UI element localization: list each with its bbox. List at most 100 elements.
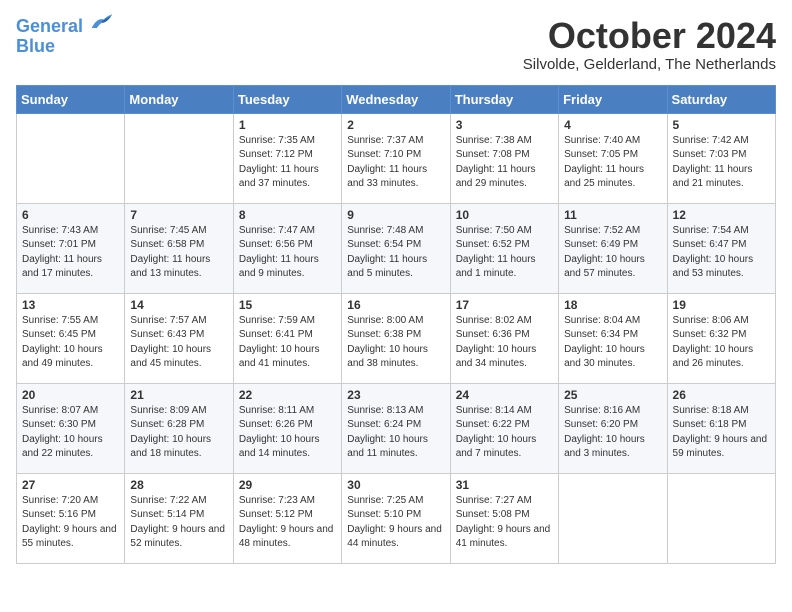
col-header-monday: Monday (125, 85, 233, 113)
title-block: October 2024 Silvolde, Gelderland, The N… (523, 16, 776, 73)
day-number: 24 (456, 388, 553, 402)
day-info: Sunrise: 7:25 AMSunset: 5:10 PMDaylight:… (347, 494, 444, 552)
calendar-cell: 13 Sunrise: 7:55 AMSunset: 6:45 PMDayligh… (17, 293, 125, 383)
calendar-cell: 11Sunrise: 7:52 AMSunset: 6:49 PMDayligh… (559, 203, 667, 293)
calendar-cell: 27 Sunrise: 7:20 AMSunset: 5:16 PMDayligh… (17, 473, 125, 563)
calendar-cell: 19 Sunrise: 8:06 AMSunset: 6:32 PMDayligh… (667, 293, 775, 383)
day-number: 23 (347, 388, 444, 402)
logo-bird-icon (90, 12, 114, 32)
calendar-cell: 10Sunrise: 7:50 AMSunset: 6:52 PMDayligh… (450, 203, 558, 293)
day-number: 30 (347, 478, 444, 492)
day-info: Sunrise: 7:23 AMSunset: 5:12 PMDaylight:… (239, 494, 336, 552)
day-info: Sunrise: 7:59 AMSunset: 6:41 PMDaylight:… (239, 314, 336, 372)
day-number: 21 (130, 388, 227, 402)
calendar-header-row: SundayMondayTuesdayWednesdayThursdayFrid… (17, 85, 776, 113)
day-number: 15 (239, 298, 336, 312)
logo-blue-text: Blue (16, 37, 114, 57)
day-info: Sunrise: 7:57 AMSunset: 6:43 PMDaylight:… (130, 314, 227, 372)
calendar-cell: 16Sunrise: 8:00 AMSunset: 6:38 PMDayligh… (342, 293, 450, 383)
day-number: 19 (673, 298, 770, 312)
calendar-cell: 28Sunrise: 7:22 AMSunset: 5:14 PMDayligh… (125, 473, 233, 563)
day-number: 31 (456, 478, 553, 492)
day-info: Sunrise: 7:48 AMSunset: 6:54 PMDaylight:… (347, 224, 444, 282)
day-info: Sunrise: 8:18 AMSunset: 6:18 PMDaylight:… (673, 404, 770, 462)
calendar-cell: 7 Sunrise: 7:45 AMSunset: 6:58 PMDaylight… (125, 203, 233, 293)
calendar-cell: 1Sunrise: 7:35 AMSunset: 7:12 PMDaylight… (233, 113, 341, 203)
month-title: October 2024 (523, 16, 776, 56)
day-number: 8 (239, 208, 336, 222)
calendar-cell (667, 473, 775, 563)
calendar-cell: 14 Sunrise: 7:57 AMSunset: 6:43 PMDayligh… (125, 293, 233, 383)
day-info: Sunrise: 8:02 AMSunset: 6:36 PMDaylight:… (456, 314, 553, 372)
day-info: Sunrise: 7:27 AMSunset: 5:08 PMDaylight:… (456, 494, 553, 552)
day-info: Sunrise: 8:09 AMSunset: 6:28 PMDaylight:… (130, 404, 227, 462)
day-number: 16 (347, 298, 444, 312)
calendar-cell: 30 Sunrise: 7:25 AMSunset: 5:10 PMDayligh… (342, 473, 450, 563)
calendar-cell: 21 Sunrise: 8:09 AMSunset: 6:28 PMDayligh… (125, 383, 233, 473)
day-number: 9 (347, 208, 444, 222)
calendar-cell: 31 Sunrise: 7:27 AMSunset: 5:08 PMDayligh… (450, 473, 558, 563)
day-info: Sunrise: 8:06 AMSunset: 6:32 PMDaylight:… (673, 314, 770, 372)
day-number: 5 (673, 118, 770, 132)
day-info: Sunrise: 7:42 AMSunset: 7:03 PMDaylight:… (673, 134, 770, 192)
calendar-cell (125, 113, 233, 203)
day-info: Sunrise: 7:40 AMSunset: 7:05 PMDaylight:… (564, 134, 661, 192)
calendar-cell: 26 Sunrise: 8:18 AMSunset: 6:18 PMDayligh… (667, 383, 775, 473)
day-number: 4 (564, 118, 661, 132)
calendar-cell: 17 Sunrise: 8:02 AMSunset: 6:36 PMDayligh… (450, 293, 558, 383)
calendar-cell: 20 Sunrise: 8:07 AMSunset: 6:30 PMDayligh… (17, 383, 125, 473)
day-number: 7 (130, 208, 227, 222)
col-header-sunday: Sunday (17, 85, 125, 113)
day-info: Sunrise: 8:07 AMSunset: 6:30 PMDaylight:… (22, 404, 119, 462)
calendar-cell: 8 Sunrise: 7:47 AMSunset: 6:56 PMDaylight… (233, 203, 341, 293)
day-number: 6 (22, 208, 119, 222)
day-number: 11 (564, 208, 661, 222)
calendar-cell: 22Sunrise: 8:11 AMSunset: 6:26 PMDayligh… (233, 383, 341, 473)
day-number: 28 (130, 478, 227, 492)
calendar-cell (559, 473, 667, 563)
day-number: 17 (456, 298, 553, 312)
calendar-cell (17, 113, 125, 203)
calendar-cell: 18Sunrise: 8:04 AMSunset: 6:34 PMDayligh… (559, 293, 667, 383)
day-info: Sunrise: 8:13 AMSunset: 6:24 PMDaylight:… (347, 404, 444, 462)
day-number: 3 (456, 118, 553, 132)
day-number: 14 (130, 298, 227, 312)
day-info: Sunrise: 7:20 AMSunset: 5:16 PMDaylight:… (22, 494, 119, 552)
location-subtitle: Silvolde, Gelderland, The Netherlands (523, 56, 776, 73)
col-header-tuesday: Tuesday (233, 85, 341, 113)
day-info: Sunrise: 7:38 AMSunset: 7:08 PMDaylight:… (456, 134, 553, 192)
logo: General Blue (16, 16, 114, 57)
col-header-friday: Friday (559, 85, 667, 113)
logo-text: General (16, 16, 114, 37)
day-info: Sunrise: 8:11 AMSunset: 6:26 PMDaylight:… (239, 404, 336, 462)
calendar-cell: 9 Sunrise: 7:48 AMSunset: 6:54 PMDaylight… (342, 203, 450, 293)
day-info: Sunrise: 8:16 AMSunset: 6:20 PMDaylight:… (564, 404, 661, 462)
day-info: Sunrise: 7:47 AMSunset: 6:56 PMDaylight:… (239, 224, 336, 282)
day-number: 18 (564, 298, 661, 312)
calendar-table: SundayMondayTuesdayWednesdayThursdayFrid… (16, 85, 776, 564)
day-info: Sunrise: 7:43 AMSunset: 7:01 PMDaylight:… (22, 224, 119, 282)
calendar-cell: 4 Sunrise: 7:40 AMSunset: 7:05 PMDaylight… (559, 113, 667, 203)
day-number: 27 (22, 478, 119, 492)
week-row-1: 1Sunrise: 7:35 AMSunset: 7:12 PMDaylight… (17, 113, 776, 203)
day-info: Sunrise: 7:35 AMSunset: 7:12 PMDaylight:… (239, 134, 336, 192)
week-row-2: 6 Sunrise: 7:43 AMSunset: 7:01 PMDaylight… (17, 203, 776, 293)
day-number: 13 (22, 298, 119, 312)
col-header-wednesday: Wednesday (342, 85, 450, 113)
day-info: Sunrise: 7:45 AMSunset: 6:58 PMDaylight:… (130, 224, 227, 282)
calendar-cell: 24 Sunrise: 8:14 AMSunset: 6:22 PMDayligh… (450, 383, 558, 473)
calendar-cell: 29Sunrise: 7:23 AMSunset: 5:12 PMDayligh… (233, 473, 341, 563)
calendar-cell: 2Sunrise: 7:37 AMSunset: 7:10 PMDaylight… (342, 113, 450, 203)
day-info: Sunrise: 8:14 AMSunset: 6:22 PMDaylight:… (456, 404, 553, 462)
page-header: General Blue October 2024 Silvolde, Geld… (16, 16, 776, 73)
calendar-cell: 5 Sunrise: 7:42 AMSunset: 7:03 PMDaylight… (667, 113, 775, 203)
day-info: Sunrise: 7:55 AMSunset: 6:45 PMDaylight:… (22, 314, 119, 372)
day-info: Sunrise: 7:50 AMSunset: 6:52 PMDaylight:… (456, 224, 553, 282)
col-header-saturday: Saturday (667, 85, 775, 113)
calendar-cell: 23 Sunrise: 8:13 AMSunset: 6:24 PMDayligh… (342, 383, 450, 473)
day-number: 26 (673, 388, 770, 402)
calendar-cell: 25Sunrise: 8:16 AMSunset: 6:20 PMDayligh… (559, 383, 667, 473)
calendar-cell: 15 Sunrise: 7:59 AMSunset: 6:41 PMDayligh… (233, 293, 341, 383)
day-number: 20 (22, 388, 119, 402)
week-row-3: 13 Sunrise: 7:55 AMSunset: 6:45 PMDayligh… (17, 293, 776, 383)
